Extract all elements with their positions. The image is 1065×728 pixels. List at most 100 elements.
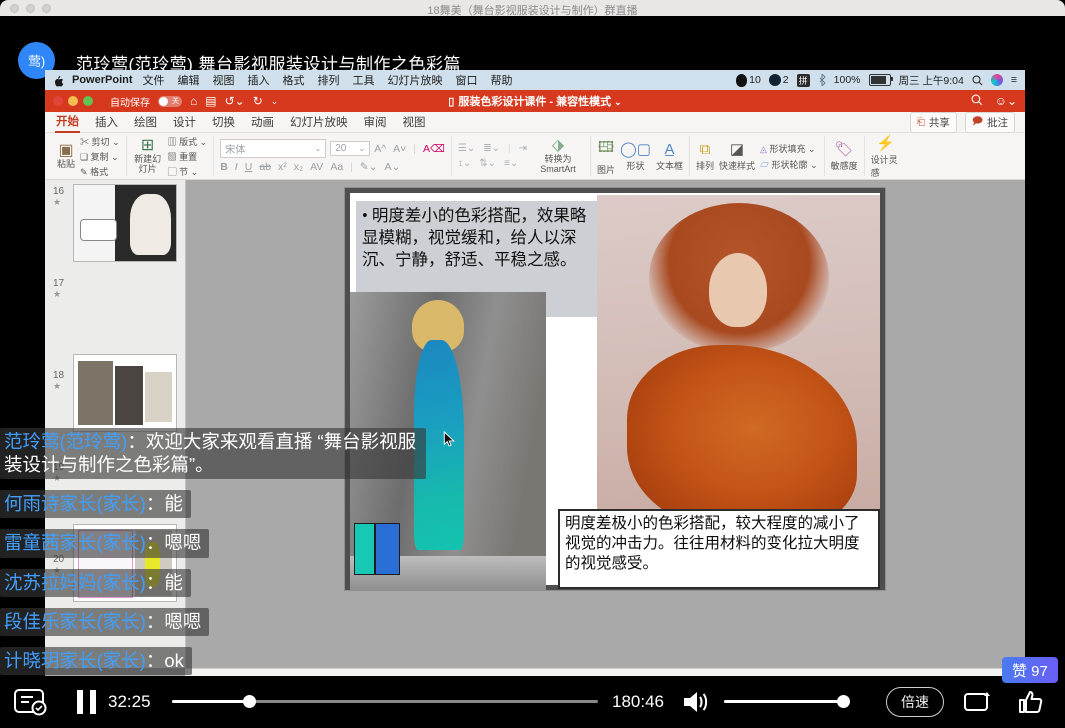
spotlight-search-icon[interactable] [972,75,983,86]
chat-message: 何雨诗家长(家长)：能 [0,490,191,518]
font-name-select[interactable]: 宋体⌄ [220,139,326,158]
rotate-screen-icon[interactable] [962,688,992,716]
qq-count: 10 [749,74,761,86]
reset-icon: ▧ [168,152,177,162]
line-spacing-button[interactable]: ↕⌄ [458,158,471,169]
shape-fill-button[interactable]: ◬ 形状填充 ⌄ [760,142,818,155]
volume-slider[interactable] [724,700,848,703]
shrink-font-button[interactable]: A˅ [393,143,406,155]
indent-more-button[interactable]: ⇥ [519,143,527,154]
menu-edit[interactable]: 编辑 [178,72,200,88]
char-spacing-button[interactable]: AV [310,161,323,173]
format-painter-button[interactable]: ✎ 格式 [80,165,120,178]
italic-button[interactable]: I [235,161,238,173]
pause-button[interactable] [77,690,96,714]
slide-bottom-textbox[interactable]: 明度差极小的色彩搭配，较大程度的减小了视觉的冲击力。往往用材料的变化拉大明度的视… [558,509,880,589]
progress-knob[interactable] [243,695,256,708]
layout-button[interactable]: ▥ 版式 ⌄ [168,135,208,148]
superscript-button[interactable]: x² [278,161,287,173]
like-count-badge[interactable]: 赞 97 [1002,657,1058,683]
menu-help[interactable]: 帮助 [491,72,513,88]
shape-outline-button[interactable]: ▱ 形状轮廓 ⌄ [760,158,818,171]
tab-home[interactable]: 开始 [55,111,80,133]
siri-icon[interactable] [991,74,1003,86]
thumb16-dress [130,194,171,255]
notify-status-icon[interactable]: 2 [769,74,789,86]
strikethrough-button[interactable]: ab [259,161,271,173]
bluetooth-icon[interactable] [818,74,826,86]
menu-insert[interactable]: 插入 [248,72,270,88]
insert-textbox-button[interactable]: A̲文本框 [656,141,683,172]
subscript-button[interactable]: x₂ [294,161,303,173]
design-ideas-button[interactable]: ⚡设计灵感 [871,134,901,179]
input-method-icon[interactable]: 拼 [797,74,810,87]
menu-slideshow[interactable]: 幻灯片放映 [388,72,443,88]
slide-thumbnail-17[interactable] [73,354,177,432]
section-button[interactable]: ▢ 节 ⌄ [168,165,208,178]
copy-button[interactable]: ❏ 复制 ⌄ [80,150,120,163]
tab-draw[interactable]: 绘图 [133,112,158,132]
tab-review[interactable]: 审阅 [363,112,388,132]
insert-picture-button[interactable]: 🖽图片 [597,137,615,176]
paste-button[interactable]: ▣粘贴 [57,142,75,169]
ribbon: ▣粘贴 ✂ 剪切 ⌄ ❏ 复制 ⌄ ✎ 格式 ⊞新建幻灯片 ▥ 版式 ⌄ ▧ 重… [45,133,1025,180]
tab-slideshow[interactable]: 幻灯片放映 [289,112,349,132]
tab-transitions[interactable]: 切换 [211,112,236,132]
tab-view[interactable]: 视图 [402,112,427,132]
like-button-icon[interactable] [1016,688,1044,716]
menubar-clock[interactable]: 周三 上午9:04 [899,73,964,88]
font-color-button[interactable]: A⌄ [385,161,401,173]
bold-button[interactable]: B [220,161,228,173]
chat-message: 段佳乐家长(家长)：嗯嗯 [0,608,209,636]
comments-button[interactable]: 🗩批注 [965,112,1015,133]
volume-icon[interactable] [682,689,710,715]
smartart-button[interactable]: ⬗转换为SmartArt [532,137,584,174]
menu-view[interactable]: 视图 [213,72,235,88]
menu-file[interactable]: 文件 [143,72,165,88]
window-title: 18舞美（舞台影视服装设计与制作）群直播 [0,2,1065,18]
menubar-app-name[interactable]: PowerPoint [72,74,133,86]
highlight-color-button[interactable]: ✎⌄ [360,161,378,173]
brush-icon: ✎ [80,167,88,177]
shape-fill-icon: ◬ [760,144,767,154]
align-text-button[interactable]: ≡⌄ [504,158,518,169]
ppt-titlebar: 自动保存 关 ⌂ ▤ ↺⌄ ↻ ⌄ ▯服装色彩设计课件 - 兼容性模式 ⌄ ☺⌄ [45,90,1025,112]
insert-shapes-button[interactable]: ◯▢形状 [620,140,651,172]
cut-button[interactable]: ✂ 剪切 ⌄ [80,135,120,148]
arrange-button[interactable]: ⧉排列 [696,141,714,172]
tab-animations[interactable]: 动画 [250,112,275,132]
text-direction-button[interactable]: ⇅⌄ [479,158,496,169]
slide-thumbnail-16[interactable] [73,184,177,262]
slide-20[interactable]: • 明度差小的色彩搭配，效果略显模糊，视觉缓和，给人以深沉、宁静，舒适、平稳之感… [345,188,885,590]
chat-username: 沈苏拉妈妈(家长) [4,572,146,593]
smartart-icon: ⬗ [552,137,564,155]
numbering-button[interactable]: ≣⌄ [483,143,500,154]
chat-text: 能 [164,572,183,593]
volume-knob[interactable] [837,695,850,708]
tab-insert[interactable]: 插入 [94,112,119,132]
change-case-button[interactable]: Aa [330,161,343,173]
quick-styles-button[interactable]: ◪快速样式 [719,140,755,172]
danmaku-toggle-icon[interactable] [14,689,48,717]
font-size-select[interactable]: 20⌄ [330,141,370,156]
sensitivity-button[interactable]: 🏷敏感度 [831,140,858,172]
new-slide-button[interactable]: ⊞新建幻灯片 [133,137,163,174]
quick-styles-icon: ◪ [730,140,744,158]
tab-design[interactable]: 设计 [172,112,197,132]
thumb17-photo2 [115,366,144,425]
menu-arrange[interactable]: 排列 [318,72,340,88]
share-button[interactable]: ⎗共享 [910,112,957,133]
qq-status-icon[interactable]: 10 [736,74,761,87]
playback-speed-button[interactable]: 倍速 [886,687,944,717]
underline-button[interactable]: U [245,161,253,173]
clear-format-button[interactable]: A⌫ [423,143,445,155]
reset-button[interactable]: ▧ 重置 [168,150,208,163]
apple-logo-icon[interactable] [53,74,64,87]
progress-bar[interactable] [172,700,598,703]
menu-format[interactable]: 格式 [283,72,305,88]
menu-tools[interactable]: 工具 [353,72,375,88]
menu-window[interactable]: 窗口 [456,72,478,88]
grow-font-button[interactable]: A^ [374,143,386,155]
bullets-button[interactable]: ☰⌄ [458,143,475,154]
control-center-icon[interactable]: ≡ [1011,74,1017,86]
